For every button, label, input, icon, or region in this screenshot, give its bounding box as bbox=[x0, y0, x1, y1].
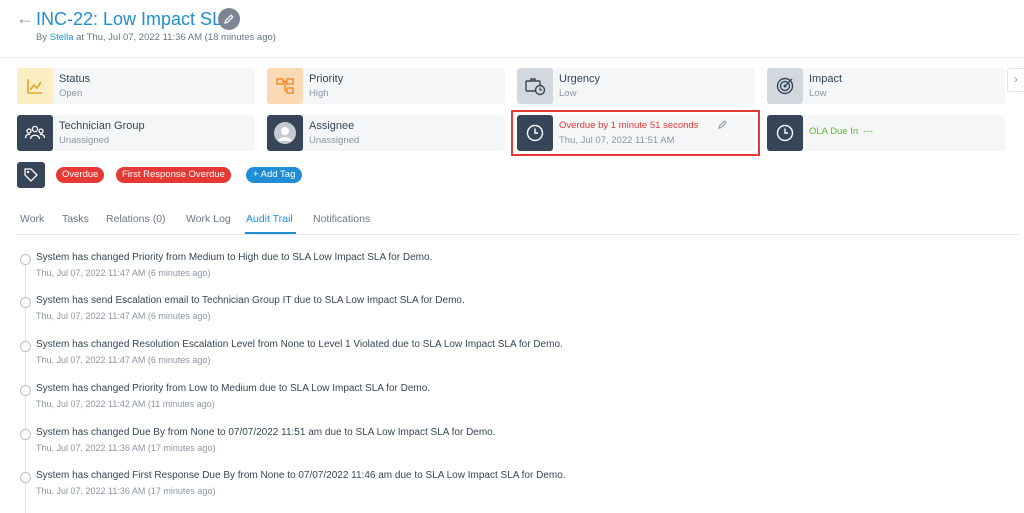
group-icon bbox=[17, 115, 53, 151]
timeline-dot bbox=[20, 341, 31, 352]
audit-entry-text: System has changed Priority from Low to … bbox=[36, 383, 431, 394]
audit-entry-text: System has changed Priority from Medium … bbox=[36, 252, 433, 263]
ola-due-in: OLA Due In --- bbox=[809, 126, 873, 137]
tab-audit-trail[interactable]: Audit Trail bbox=[246, 213, 293, 225]
audit-entry: System has changed Priority from Low to … bbox=[20, 383, 920, 413]
header-divider bbox=[0, 57, 1024, 58]
edit-title-button[interactable] bbox=[218, 8, 240, 30]
audit-entry-time: Thu, Jul 07, 2022 11:47 AM (6 minutes ag… bbox=[36, 268, 211, 278]
pencil-icon bbox=[224, 14, 234, 24]
audit-entry-text: System has changed First Response Due By… bbox=[36, 470, 566, 481]
impact-label: Impact bbox=[809, 73, 843, 85]
technician-group-label: Technician Group bbox=[59, 120, 145, 132]
author-link[interactable]: Stella bbox=[50, 32, 74, 43]
urgency-value: Low bbox=[559, 88, 577, 99]
priority-card[interactable]: Priority High bbox=[267, 68, 505, 104]
tab-notifications[interactable]: Notifications bbox=[313, 213, 370, 225]
assignee-value: Unassigned bbox=[309, 135, 360, 146]
timeline-dot bbox=[20, 429, 31, 440]
byline: By Stella at Thu, Jul 07, 2022 11:36 AM … bbox=[36, 32, 276, 43]
scroll-right-button[interactable]: › bbox=[1007, 68, 1024, 92]
priority-value: High bbox=[309, 88, 329, 99]
status-value: Open bbox=[59, 88, 83, 99]
add-tag-button[interactable]: + Add Tag bbox=[246, 167, 303, 183]
impact-card[interactable]: Impact Low bbox=[767, 68, 1005, 104]
tag-overdue[interactable]: Overdue bbox=[56, 167, 105, 183]
tab-relations[interactable]: Relations (0) bbox=[106, 213, 166, 225]
tab-work-log[interactable]: Work Log bbox=[186, 213, 231, 225]
byline-suffix: at Thu, Jul 07, 2022 11:36 AM (18 minute… bbox=[76, 32, 276, 43]
impact-value: Low bbox=[809, 88, 827, 99]
ticket-header: ← INC-22: Low Impact SLA By Stella at Th… bbox=[0, 0, 1024, 56]
tabs-divider bbox=[17, 234, 1019, 235]
audit-entry-time: Thu, Jul 07, 2022 11:36 AM (17 minutes a… bbox=[36, 443, 216, 453]
audit-entry: System has changed Priority from Medium … bbox=[20, 252, 920, 282]
assignee-label: Assignee bbox=[309, 120, 355, 132]
technician-group-card[interactable]: Technician Group Unassigned bbox=[17, 115, 255, 151]
avatar-icon bbox=[267, 115, 303, 151]
audit-entry: System has changed Due By from None to 0… bbox=[20, 427, 920, 457]
sla-highlight-box bbox=[511, 110, 760, 156]
briefcase-clock-icon bbox=[517, 68, 553, 104]
clock-icon bbox=[767, 115, 803, 151]
audit-entry-text: System has changed Resolution Escalation… bbox=[36, 339, 563, 350]
ola-label: OLA Due In bbox=[809, 126, 859, 137]
timeline-dot bbox=[20, 297, 31, 308]
byline-prefix: By bbox=[36, 32, 48, 43]
tab-tasks[interactable]: Tasks bbox=[62, 213, 89, 225]
target-icon bbox=[767, 68, 803, 104]
flow-icon bbox=[267, 68, 303, 104]
tag-first-response-overdue[interactable]: First Response Overdue bbox=[116, 167, 231, 183]
assignee-card[interactable]: Assignee Unassigned bbox=[267, 115, 505, 151]
tab-bar: Work Tasks Relations (0) Work Log Audit … bbox=[0, 206, 1020, 236]
technician-group-value: Unassigned bbox=[59, 135, 110, 146]
chevron-right-icon: › bbox=[1014, 74, 1018, 86]
audit-entry-time: Thu, Jul 07, 2022 11:47 AM (6 minutes ag… bbox=[36, 311, 211, 321]
chart-icon bbox=[17, 68, 53, 104]
tab-work[interactable]: Work bbox=[20, 213, 44, 225]
back-arrow-icon[interactable]: ← bbox=[16, 8, 34, 28]
priority-label: Priority bbox=[309, 73, 344, 85]
urgency-label: Urgency bbox=[559, 73, 600, 85]
tags-button[interactable] bbox=[17, 162, 45, 188]
status-card[interactable]: Status Open bbox=[17, 68, 255, 104]
timeline-dot bbox=[20, 385, 31, 396]
page-title: INC-22: Low Impact SLA bbox=[36, 9, 235, 29]
ola-value: --- bbox=[863, 126, 873, 137]
audit-entry: System has send Escalation email to Tech… bbox=[20, 295, 920, 325]
status-label: Status bbox=[59, 73, 91, 85]
ola-card[interactable] bbox=[767, 115, 1005, 151]
timeline-dot bbox=[20, 472, 31, 483]
urgency-card[interactable]: Urgency Low bbox=[517, 68, 755, 104]
tag-icon bbox=[24, 168, 38, 182]
audit-entry-text: System has changed Due By from None to 0… bbox=[36, 427, 496, 438]
timeline-dot bbox=[20, 254, 31, 265]
audit-entry-time: Thu, Jul 07, 2022 11:42 AM (11 minutes a… bbox=[36, 399, 215, 409]
audit-entry-time: Thu, Jul 07, 2022 11:47 AM (6 minutes ag… bbox=[36, 355, 211, 365]
audit-entry-text: System has send Escalation email to Tech… bbox=[36, 295, 465, 306]
audit-entry-time: Thu, Jul 07, 2022 11:36 AM (17 minutes a… bbox=[36, 486, 216, 496]
audit-entry: System has changed Resolution Escalation… bbox=[20, 339, 920, 369]
audit-entry: System has changed First Response Due By… bbox=[20, 470, 920, 500]
